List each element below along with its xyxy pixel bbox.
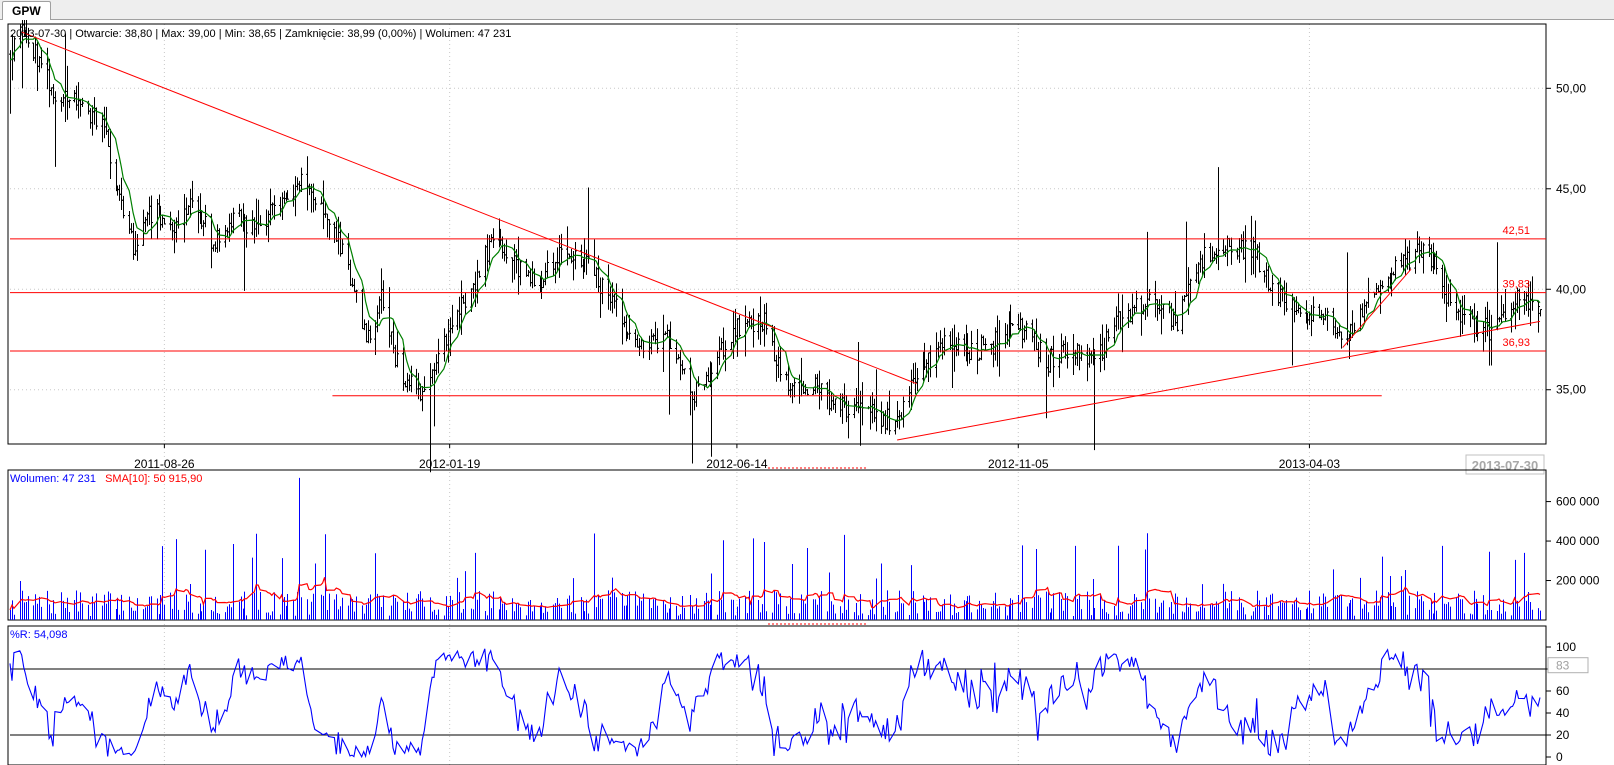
wr-panel-frame: [7, 625, 1547, 765]
wr-cursor-label: 83: [1556, 659, 1570, 673]
x-tick-label-1: 2012-01-19: [419, 457, 481, 471]
level-label-0: 42,51: [1502, 225, 1530, 237]
vol-y-tick-label-0: 600 000: [1556, 495, 1600, 509]
trend-line-3: [1342, 268, 1412, 348]
x-tick-label-4: 2013-04-03: [1279, 457, 1341, 471]
level-label-1: 39,83: [1502, 279, 1530, 291]
x-tick-label-0: 2011-08-26: [134, 457, 195, 471]
y-tick-label-1: 45,00: [1556, 182, 1586, 196]
x-tick-label-3: 2012-11-05: [988, 457, 1049, 471]
williams-r-panel[interactable]: 10080604020083: [9, 640, 1589, 764]
level-label-2: 36,93: [1502, 337, 1530, 349]
last-date-label: 2013-07-30: [1472, 458, 1539, 473]
grid-layer: [10, 24, 1546, 765]
wr-y-tick-label-4: 20: [1556, 728, 1570, 742]
sma-label: SMA[10]: 50 915,90: [105, 473, 202, 485]
williams-r-line: [9, 648, 1541, 759]
volume-label: Wolumen: 47 231: [10, 473, 96, 485]
price-panel[interactable]: 50,00 45,00 40,00 35,00 42,51 39,83 36,93: [9, 20, 1586, 473]
tab-gpw[interactable]: GPW: [2, 1, 51, 20]
ohlc-info: 2013-07-30 | Otwarcie: 38,80 | Max: 39,0…: [10, 28, 511, 40]
vol-y-tick-label-1: 400 000: [1556, 534, 1600, 548]
vol-y-tick-label-2: 200 000: [1556, 574, 1600, 588]
wr-y-tick-label-5: 0: [1556, 750, 1563, 764]
wr-y-tick-label-0: 100: [1556, 640, 1576, 654]
trend-line-2: [897, 320, 1541, 441]
trend-line-0: [21, 31, 917, 385]
y-tick-label-0: 50,00: [1556, 81, 1586, 95]
wr-label: %R: 54,098: [10, 629, 67, 641]
volume-panel[interactable]: 600 000 400 000 200 000: [9, 477, 1600, 625]
chart-area[interactable]: 50,00 45,00 40,00 35,00 42,51 39,83 36,93 2013…: [0, 20, 1614, 765]
y-tick-label-2: 40,00: [1556, 282, 1586, 296]
x-tick-label-2: 2012-06-14: [706, 457, 768, 471]
y-tick-label-3: 35,00: [1556, 383, 1586, 397]
wr-y-tick-label-2: 60: [1556, 684, 1570, 698]
price-moving-average: [9, 36, 1541, 422]
wr-y-tick-label-3: 40: [1556, 706, 1570, 720]
volume-info: Wolumen: 47 231 SMA[10]: 50 915,90: [10, 473, 202, 485]
tab-bar: GPW: [0, 0, 1614, 20]
